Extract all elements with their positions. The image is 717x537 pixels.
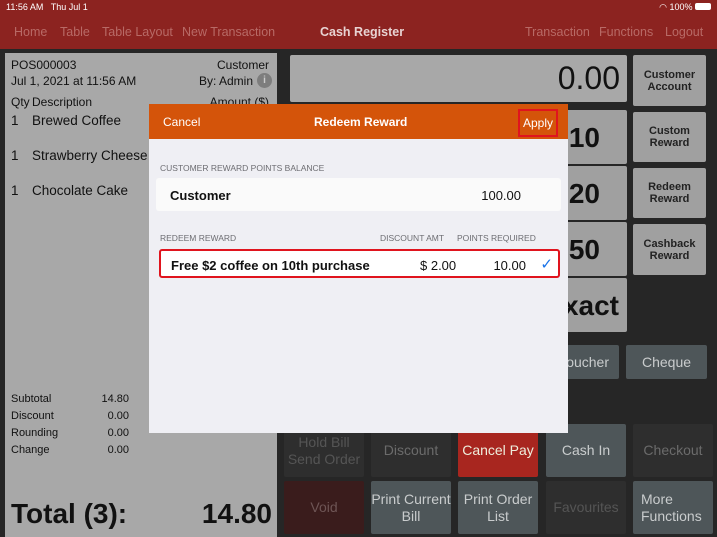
wifi-icon: ◠ bbox=[659, 2, 667, 12]
favourites-button[interactable]: Favourites bbox=[546, 481, 626, 534]
nav-table-layout[interactable]: Table Layout bbox=[102, 25, 173, 39]
col-qty: Qty bbox=[11, 95, 30, 109]
more-functions-button[interactable]: More Functions bbox=[633, 481, 713, 534]
balance-header: CUSTOMER REWARD POINTS BALANCE bbox=[160, 163, 325, 173]
cashback-reward-button[interactable]: Cashback Reward bbox=[633, 224, 706, 275]
nav-home[interactable]: Home bbox=[14, 25, 47, 39]
order-id: POS000003 bbox=[11, 58, 77, 72]
print-current-bill-button[interactable]: Print Current Bill bbox=[371, 481, 451, 534]
modal-header: Cancel Redeem Reward Apply bbox=[149, 104, 568, 139]
modal-title: Redeem Reward bbox=[314, 115, 408, 129]
status-date: Thu Jul 1 bbox=[50, 2, 88, 12]
redeem-reward-button[interactable]: Redeem Reward bbox=[633, 168, 706, 218]
customer-label[interactable]: Customer bbox=[217, 58, 269, 72]
nav-bar: Home Table Table Layout New Transaction … bbox=[0, 14, 717, 49]
status-time: 11:56 AM bbox=[6, 2, 44, 12]
order-datetime: Jul 1, 2021 at 11:56 AM bbox=[11, 74, 137, 88]
battery-icon bbox=[695, 3, 711, 10]
cancel-button[interactable]: Cancel bbox=[163, 115, 200, 129]
checkout-button[interactable]: Checkout bbox=[633, 424, 713, 477]
points-required-header: POINTS REQUIRED bbox=[457, 233, 536, 243]
checkmark-icon: ✓ bbox=[540, 256, 553, 273]
cashier: By: Admin bbox=[198, 74, 253, 88]
info-icon[interactable]: i bbox=[257, 73, 272, 88]
print-order-list-button[interactable]: Print Order List bbox=[458, 481, 538, 534]
cheque-button[interactable]: Cheque bbox=[626, 345, 707, 379]
page-title: Cash Register bbox=[320, 25, 405, 39]
total-value: 14.80 bbox=[201, 498, 272, 529]
discount-amt-header: DISCOUNT AMT bbox=[380, 233, 445, 243]
nav-functions[interactable]: Functions bbox=[599, 25, 653, 39]
nav-table[interactable]: Table bbox=[60, 25, 90, 39]
redeem-reward-modal: Cancel Redeem Reward Apply CUSTOMER REWA… bbox=[149, 104, 568, 433]
nav-transaction[interactable]: Transaction bbox=[525, 25, 590, 39]
col-description: Description bbox=[32, 95, 93, 109]
custom-reward-button[interactable]: Custom Reward bbox=[633, 112, 706, 162]
customer-account-button[interactable]: Customer Account bbox=[633, 55, 706, 106]
status-bar: 11:56 AM Thu Jul 1 ◠ 100% bbox=[0, 0, 717, 14]
amount-display: 0.00 bbox=[290, 55, 627, 102]
void-button[interactable]: Void bbox=[284, 481, 364, 534]
apply-button[interactable]: Apply bbox=[518, 109, 559, 137]
reward-row[interactable]: Free $2 coffee on 10th purchase $ 2.00 1… bbox=[159, 249, 560, 278]
battery-level: 100% bbox=[669, 2, 693, 12]
nav-logout[interactable]: Logout bbox=[665, 25, 703, 39]
balance-row: Customer 100.00 bbox=[156, 178, 561, 211]
nav-new-transaction[interactable]: New Transaction bbox=[182, 25, 275, 39]
total-label: Total (3): bbox=[11, 498, 128, 529]
redeem-header: REDEEM REWARD bbox=[160, 233, 237, 243]
